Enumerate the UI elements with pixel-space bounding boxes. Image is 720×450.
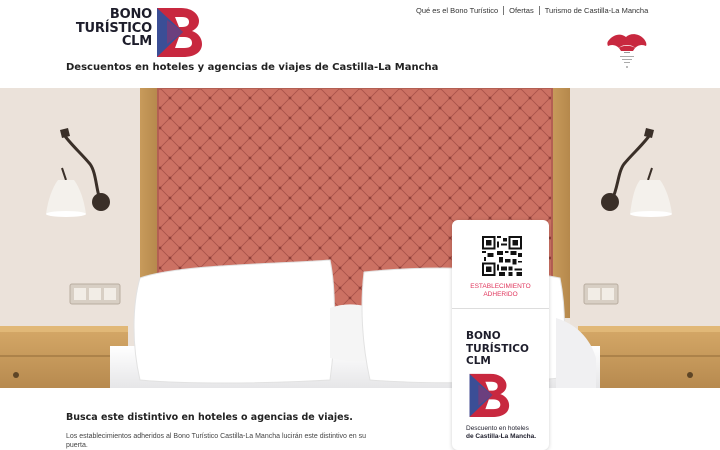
nav-ofertas[interactable]: Ofertas (509, 6, 534, 15)
logo-line-3: CLM (121, 34, 152, 49)
section-description: Los establecimientos adheridos al Bono T… (66, 433, 366, 449)
badge-footer-text: Descuento en hoteles de Castilla-La Manc… (466, 425, 536, 441)
hero-image (0, 88, 720, 388)
top-navigation: Qué es el Bono Turístico Ofertas Turismo… (416, 6, 648, 15)
logo-line-2: TURÍSTICO (75, 20, 152, 36)
site-tagline: Descuentos en hoteles y agencias de viaj… (66, 62, 439, 73)
site-header: BONO TURÍSTICO CLM Descuentos en hoteles… (0, 0, 720, 88)
castilla-la-mancha-logo-icon[interactable] (604, 30, 650, 74)
adhered-line-1: ESTABLECIMIENTO (470, 283, 531, 290)
bono-turistico-b-logo-icon[interactable] (153, 6, 203, 58)
badge-brand-title: BONO TURÍSTICO CLM (466, 330, 529, 368)
logo-line-1: BONO (109, 7, 152, 22)
nav-separator (538, 6, 540, 15)
badge-title-line-2: TURÍSTICO (466, 342, 529, 355)
bono-turistico-b-logo-icon (469, 373, 510, 417)
distintivo-badge-card: ESTABLECIMIENTO ADHERIDO BONO TURÍSTICO … (452, 220, 549, 450)
section-title: Busca este distintivo en hoteles o agenc… (66, 412, 353, 423)
nav-turismo-clm[interactable]: Turismo de Castilla-La Mancha (545, 6, 649, 15)
badge-title-line-3: CLM (466, 355, 491, 367)
brand-logo-text[interactable]: BONO TURÍSTICO CLM (68, 8, 152, 49)
badge-footer-line-1: Descuento en hoteles (466, 425, 529, 432)
badge-title-line-1: BONO (466, 330, 501, 342)
nav-que-es[interactable]: Qué es el Bono Turístico (416, 6, 498, 15)
nav-separator (503, 6, 505, 15)
qr-code-icon (482, 236, 522, 276)
establecimiento-adherido-label: ESTABLECIMIENTO ADHERIDO (456, 283, 545, 299)
badge-divider (452, 308, 549, 309)
badge-footer-line-2: de Castilla-La Mancha. (466, 433, 536, 441)
hotel-room-illustration (0, 88, 720, 388)
adhered-line-2: ADHERIDO (483, 291, 518, 298)
badge-footer-line-2-bold: de Castilla-La Mancha. (466, 433, 537, 440)
